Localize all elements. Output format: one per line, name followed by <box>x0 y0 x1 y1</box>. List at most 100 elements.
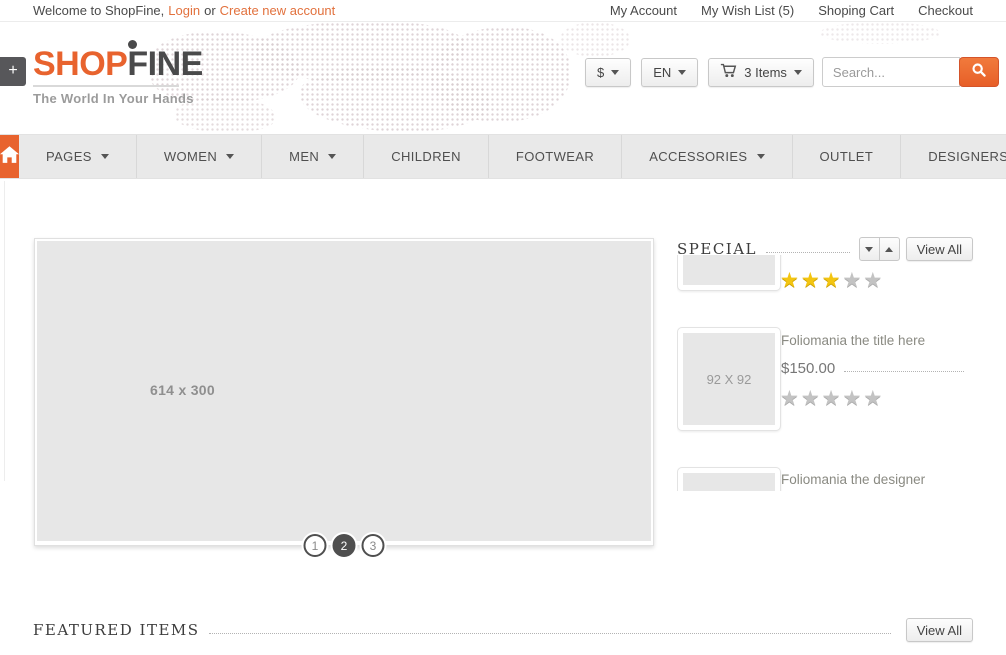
cart-dropdown[interactable]: 3 Items <box>708 58 814 87</box>
product-image-frame[interactable] <box>677 255 781 291</box>
search-input[interactable] <box>822 57 960 87</box>
shopping-cart-link[interactable]: Shoping Cart <box>818 3 894 18</box>
welcome-text: Welcome to ShopFine, Login or Create new… <box>33 3 335 18</box>
logo-text: SHOPFINE <box>33 46 203 82</box>
dotted-leader <box>209 633 891 634</box>
nav-item-men[interactable]: MEN <box>262 135 364 178</box>
star-icon: ★ <box>780 269 801 292</box>
header: + SHOPFINE The World In Your Hands $ EN … <box>0 22 1006 134</box>
star-icon: ★ <box>863 387 884 410</box>
main-navigation: PAGES WOMEN MEN CHILDREN FOOTWEAR ACCESS… <box>0 134 1006 179</box>
star-icon: ★ <box>822 387 843 410</box>
star-icon: ★ <box>801 387 822 410</box>
search-box <box>822 57 999 87</box>
star-icon: ★ <box>842 387 863 410</box>
slider-page-2-button[interactable]: 2 <box>333 534 356 557</box>
language-dropdown[interactable]: EN <box>641 58 698 87</box>
topbar: Welcome to ShopFine, Login or Create new… <box>0 0 1006 22</box>
caret-down-icon <box>328 154 336 159</box>
header-controls: $ EN 3 Items <box>585 57 999 87</box>
nav-item-children[interactable]: CHILDREN <box>364 135 489 178</box>
star-icon: ★ <box>842 269 863 292</box>
product-image-placeholder <box>683 255 775 285</box>
logo-part-shop: SHOP <box>33 45 127 83</box>
page-edge-line <box>4 181 5 481</box>
currency-label: $ <box>597 65 604 80</box>
slider-page-3-button[interactable]: 3 <box>362 534 385 557</box>
search-button[interactable] <box>959 57 999 87</box>
featured-title: FEATURED ITEMS <box>33 621 200 639</box>
product-image-frame[interactable]: 92 X 92 <box>677 327 781 431</box>
nav-item-label: WOMEN <box>164 149 217 164</box>
rating-stars: ★★★★★ <box>780 387 884 411</box>
magnifier-icon <box>970 61 988 84</box>
special-product-item[interactable]: 92 X 92 Foliomania the title here $150.0… <box>677 327 973 467</box>
login-link[interactable]: Login <box>168 3 200 18</box>
home-icon <box>0 146 19 168</box>
view-all-label: View All <box>917 623 962 638</box>
logo-dot-icon <box>128 40 137 49</box>
nav-item-footwear[interactable]: FOOTWEAR <box>489 135 622 178</box>
caret-down-icon <box>757 154 765 159</box>
world-map-background <box>820 22 940 44</box>
rating-stars: ★★★★★ <box>780 269 884 293</box>
world-map-background <box>560 22 630 57</box>
nav-item-outlet[interactable]: OUTLET <box>793 135 902 178</box>
main-slider[interactable]: 614 x 300 1 2 3 <box>34 238 654 546</box>
logo-tagline: The World In Your Hands <box>33 91 203 106</box>
or-text: or <box>204 3 216 18</box>
logo-part-fine: FINE <box>127 45 202 83</box>
product-price-row: $150.00 <box>781 360 973 377</box>
caret-up-icon <box>885 247 893 252</box>
welcome-prefix: Welcome to ShopFine, <box>33 3 164 18</box>
product-image-frame[interactable]: 92 X 92 <box>677 467 781 491</box>
caret-down-icon <box>101 154 109 159</box>
nav-item-pages[interactable]: PAGES <box>19 135 137 178</box>
caret-down-icon <box>865 247 873 252</box>
nav-item-label: CHILDREN <box>391 149 461 164</box>
slider-page-1-button[interactable]: 1 <box>304 534 327 557</box>
nav-item-label: DESIGNERS <box>928 149 1006 164</box>
product-image-placeholder: 92 X 92 <box>683 473 775 491</box>
dotted-leader <box>844 371 964 372</box>
plus-icon: + <box>8 62 17 79</box>
star-icon: ★ <box>822 269 843 292</box>
account-links: My Account My Wish List (5) Shoping Cart… <box>610 3 973 18</box>
product-price: $150.00 <box>781 360 835 377</box>
nav-item-label: ACCESSORIES <box>649 149 747 164</box>
caret-down-icon <box>611 70 619 75</box>
nav-item-label: OUTLET <box>820 149 874 164</box>
star-icon: ★ <box>780 387 801 410</box>
side-panel-toggle-button[interactable]: + <box>0 57 26 86</box>
product-image-placeholder: 92 X 92 <box>683 333 775 425</box>
product-title[interactable]: Foliomania the title here <box>781 333 925 348</box>
nav-item-label: PAGES <box>46 149 92 164</box>
special-carousel: ★★★★★ 92 X 92 Foliomania the title here … <box>677 255 973 491</box>
nav-item-label: MEN <box>289 149 319 164</box>
checkout-link[interactable]: Checkout <box>918 3 973 18</box>
caret-down-icon <box>678 70 686 75</box>
nav-item-designers[interactable]: DESIGNERS <box>901 135 1006 178</box>
logo[interactable]: SHOPFINE The World In Your Hands <box>33 46 203 106</box>
my-account-link[interactable]: My Account <box>610 3 677 18</box>
slider-pagination: 1 2 3 <box>304 534 385 557</box>
nav-home-button[interactable] <box>0 135 19 178</box>
slider-placeholder-image: 614 x 300 <box>37 241 651 541</box>
featured-section-header: FEATURED ITEMS View All <box>33 617 973 643</box>
currency-dropdown[interactable]: $ <box>585 58 631 87</box>
nav-item-accessories[interactable]: ACCESSORIES <box>622 135 792 178</box>
nav-item-women[interactable]: WOMEN <box>137 135 262 178</box>
wishlist-link[interactable]: My Wish List (5) <box>701 3 794 18</box>
create-account-link[interactable]: Create new account <box>220 3 336 18</box>
product-title[interactable]: Foliomania the designer <box>781 472 925 487</box>
nav-item-label: FOOTWEAR <box>516 149 594 164</box>
shopping-cart-icon <box>720 63 737 81</box>
star-icon: ★ <box>863 269 884 292</box>
caret-down-icon <box>226 154 234 159</box>
featured-view-all-button[interactable]: View All <box>906 618 973 642</box>
world-map-background <box>430 27 570 122</box>
star-icon: ★ <box>801 269 822 292</box>
special-product-item[interactable]: 92 X 92 Foliomania the designer <box>677 467 973 491</box>
dotted-leader <box>766 252 850 253</box>
language-label: EN <box>653 65 671 80</box>
